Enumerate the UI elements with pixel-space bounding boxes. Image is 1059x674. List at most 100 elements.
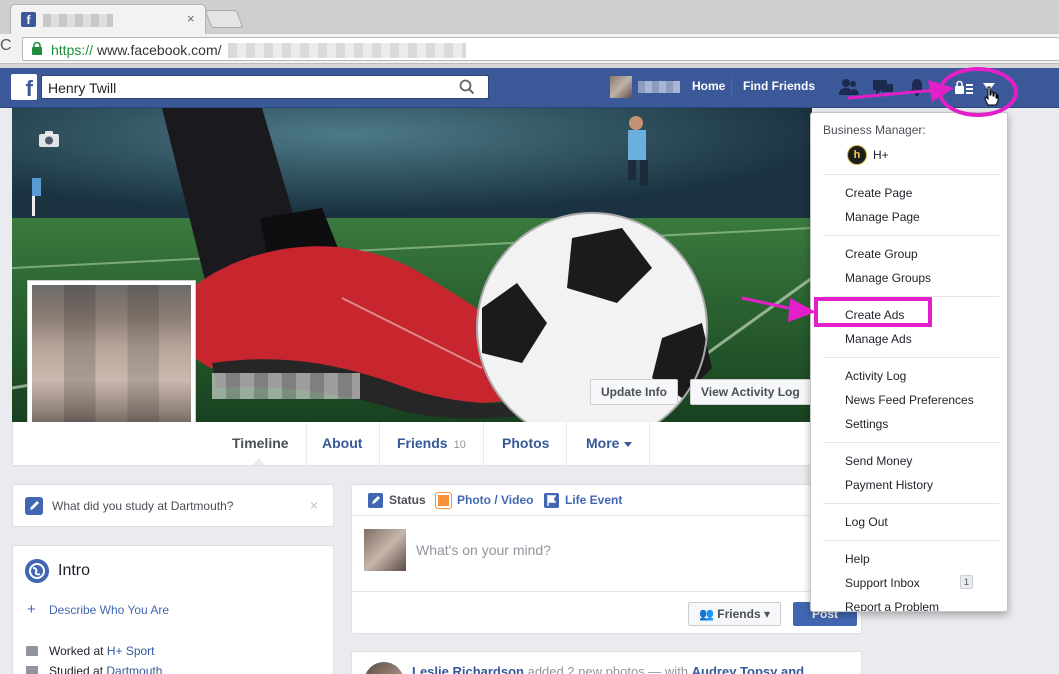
business-avatar: h [847,145,867,165]
menu-item-manage-groups[interactable]: Manage Groups [845,271,931,285]
active-tab-pointer [253,458,265,465]
friends-icon: 👥 [699,607,714,621]
search-icon[interactable] [459,79,475,95]
tab-title-redacted [43,14,113,27]
menu-item-report-a-problem[interactable]: Report a Problem [845,600,939,611]
studied-prefix: Studied at [49,664,107,674]
work-prefix: Worked at [49,644,107,658]
timeline-nav: Timeline About Friends 10 Photos More [12,422,812,466]
friends-count: 10 [453,439,466,451]
tab-more-label: More [586,435,620,451]
menu-divider [823,442,999,443]
briefcase-icon [26,646,38,656]
composer-tab-photo-video[interactable]: Photo / Video [457,493,533,507]
intro-card: Intro + Describe Who You Are Worked at H… [12,545,334,674]
new-tab-button[interactable] [204,10,244,28]
pencil-icon [25,497,43,515]
hand-cursor-icon [984,86,999,106]
tab-strip: f × [0,0,1059,34]
study-prompt-card[interactable]: What did you study at Dartmouth? × [12,484,334,527]
menu-item-create-group[interactable]: Create Group [845,247,918,261]
school-link[interactable]: Dartmouth [106,664,162,674]
menu-divider [823,540,999,541]
work-info: Worked at H+ Sport [49,644,155,658]
chevron-down-icon [624,441,633,447]
flag-icon [544,493,559,508]
feed-post-header: Leslie Richardson added 2 new photos — w… [412,664,804,674]
audience-label: Friends [717,607,761,621]
facebook-logo-icon[interactable]: f [11,74,37,100]
photo-icon [435,492,452,509]
nav-find-friends-link[interactable]: Find Friends [743,79,815,93]
menu-divider [823,357,999,358]
menu-divider [823,235,999,236]
support-inbox-count-badge: 1 [960,575,973,589]
post-action-text: added 2 new photos — with [523,664,692,674]
post-composer: Status Photo / Video Life Event What's o… [351,484,862,634]
menu-item-settings[interactable]: Settings [845,417,888,431]
avatar[interactable] [364,662,404,674]
browser-tab[interactable]: f × [10,4,206,34]
search-box[interactable] [41,75,489,99]
menu-item-send-money[interactable]: Send Money [845,454,912,468]
tab-friends-label: Friends [397,435,448,451]
view-activity-log-button[interactable]: View Activity Log [690,379,811,405]
audience-selector-button[interactable]: 👥 Friends ▾ [688,602,782,626]
pencil-icon [368,493,383,508]
composer-tab-life-event[interactable]: Life Event [565,493,622,507]
tab-close-icon[interactable]: × [187,11,195,26]
business-manager-label: Business Manager: [823,123,926,137]
lock-icon [32,42,42,55]
menu-item-support-inbox[interactable]: Support Inbox [845,576,920,590]
describe-who-you-are-link[interactable]: Describe Who You Are [49,603,169,617]
camera-icon[interactable] [38,130,60,148]
menu-divider [823,174,999,175]
menu-item-activity-log[interactable]: Activity Log [845,369,906,383]
menu-item-payment-history[interactable]: Payment History [845,478,933,492]
profile-picture-redacted [32,285,191,444]
tab-photos[interactable]: Photos [485,422,568,465]
nav-home-link[interactable]: Home [692,79,725,93]
search-input[interactable] [48,80,448,96]
composer-input[interactable]: What's on your mind? [416,542,551,558]
composer-tabs: Status Photo / Video Life Event [352,485,861,516]
tab-about[interactable]: About [305,422,381,465]
post-author-link[interactable]: Leslie Richardson [412,664,524,674]
menu-item-manage-page[interactable]: Manage Page [845,210,920,224]
reload-icon[interactable]: C [0,37,12,55]
nav-divider [731,78,732,96]
profile-avatar[interactable] [610,76,632,98]
composer-tab-status[interactable]: Status [389,493,426,507]
annotation-arrow-icon [741,296,816,322]
work-place-link[interactable]: H+ Sport [107,644,155,658]
menu-item-create-page[interactable]: Create Page [845,186,912,200]
profile-name-redacted [212,373,360,399]
url-scheme: https:// [51,42,94,58]
plus-icon[interactable]: + [27,601,36,618]
tagged-users-link[interactable]: Audrey Topsy and [692,664,804,674]
url-host: www.facebook.com/ [97,42,222,58]
tab-friends[interactable]: Friends 10 [380,422,484,465]
study-prompt-text: What did you study at Dartmouth? [52,499,234,513]
education-info: Studied at Dartmouth [49,664,162,674]
profile-name-redacted[interactable] [638,81,680,93]
update-info-button[interactable]: Update Info [590,379,678,405]
menu-item-manage-ads[interactable]: Manage Ads [845,332,912,346]
graduation-cap-icon [26,666,38,674]
avatar [364,529,406,571]
account-menu-circle-annotation [938,67,1018,117]
browser-chrome: f × C https:// www.facebook.com/ [0,0,1059,68]
create-ads-highlight-annotation [814,297,932,327]
intro-title: Intro [58,562,91,579]
feed-post: Leslie Richardson added 2 new photos — w… [351,651,862,674]
menu-divider [823,503,999,504]
address-bar[interactable]: https:// www.facebook.com/ [22,37,1059,61]
menu-item-log-out[interactable]: Log Out [845,515,888,529]
menu-item-help[interactable]: Help [845,552,870,566]
menu-item-business-hplus[interactable]: H+ [873,148,889,162]
close-icon[interactable]: × [310,497,318,513]
globe-icon [25,559,49,583]
tab-more[interactable]: More [569,422,651,465]
account-dropdown-menu: Business Manager: h H+ Create Page Manag… [810,112,1008,612]
menu-item-news-feed-preferences[interactable]: News Feed Preferences [845,393,974,407]
